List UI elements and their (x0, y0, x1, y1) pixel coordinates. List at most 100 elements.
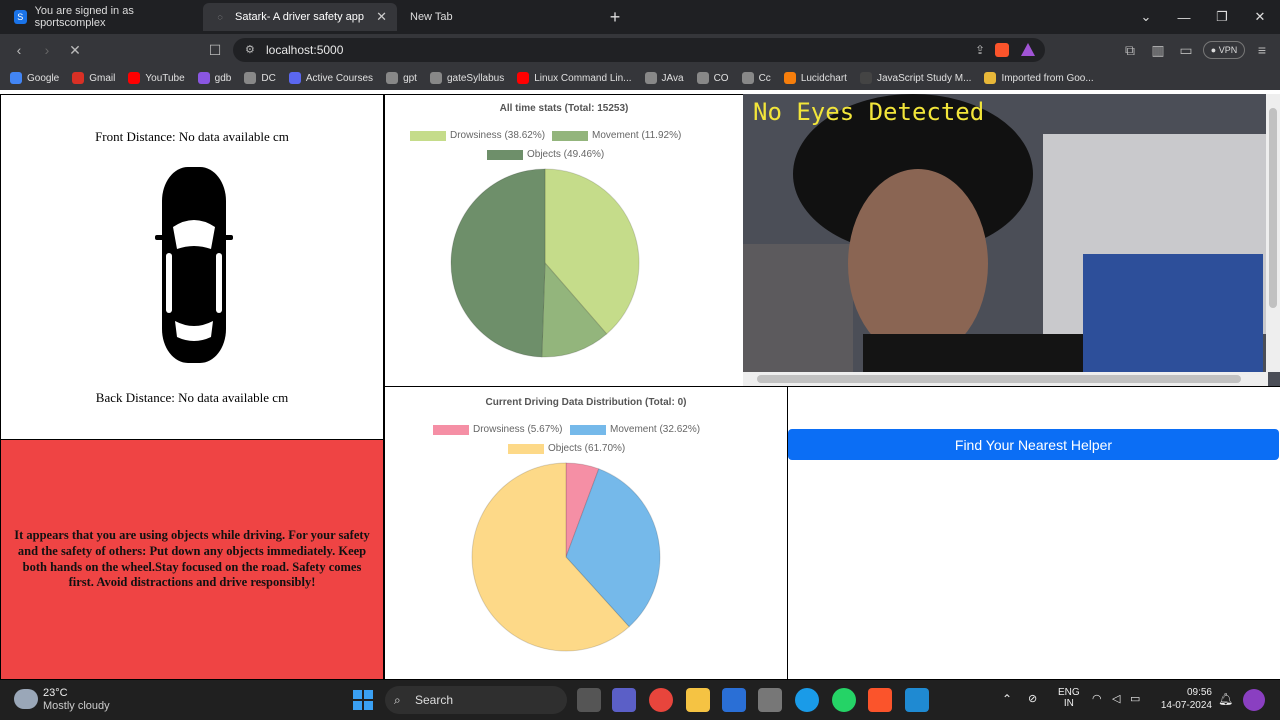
weather-icon[interactable] (14, 689, 38, 709)
new-tab-plus-icon[interactable]: + (596, 0, 634, 34)
tab-satark[interactable]: ◌ Satark- A driver safety app ✕ (203, 3, 397, 31)
bookmark-item[interactable]: Cc (741, 72, 771, 84)
wallet-icon[interactable]: ▭ (1178, 42, 1194, 58)
bookmark-favicon-icon (244, 72, 257, 84)
battery-icon[interactable]: ▭ (1130, 692, 1140, 705)
language-indicator[interactable]: ENG IN (1058, 687, 1080, 709)
chrome-icon[interactable] (649, 688, 673, 712)
teams-icon[interactable] (612, 688, 636, 712)
calculator-icon[interactable] (758, 688, 782, 712)
whatsapp-icon[interactable] (832, 688, 856, 712)
close-tab-icon[interactable]: ✕ (376, 9, 387, 25)
bookmark-label: gateSyllabus (446, 72, 505, 84)
maximize-icon[interactable]: ❐ (1203, 0, 1241, 34)
legend-swatch (508, 443, 544, 454)
clock-time[interactable]: 09:56 (1184, 687, 1212, 698)
minimize-icon[interactable]: — (1165, 0, 1203, 34)
brave-rewards-icon[interactable] (1021, 43, 1035, 56)
vpn-label: VPN (1218, 45, 1238, 55)
pie-slice[interactable] (450, 168, 546, 358)
bookmark-item[interactable]: Active Courses (288, 72, 374, 84)
legend-item[interactable]: Objects (49.46%) (487, 149, 604, 160)
vertical-scrollbar[interactable] (1266, 94, 1280, 372)
bookmark-item[interactable]: Imported from Goo... (984, 72, 1094, 84)
bookmark-item[interactable]: DC (244, 72, 276, 84)
bookmark-item[interactable]: Google (10, 72, 59, 84)
window-close-icon[interactable]: ✕ (1241, 0, 1279, 34)
bookmark-item[interactable]: Gmail (72, 72, 115, 84)
front-distance: Front Distance: No data available cm (95, 129, 289, 144)
windows-start-icon[interactable] (353, 690, 373, 710)
brave-icon[interactable] (868, 688, 892, 712)
bookmark-item[interactable]: CO (696, 72, 729, 84)
back-icon[interactable]: ‹ (11, 42, 27, 58)
bookmark-favicon-icon (741, 72, 754, 84)
stop-icon[interactable]: ✕ (67, 42, 83, 58)
bookmark-icon[interactable]: ☐ (207, 42, 223, 58)
extensions-icon[interactable]: ⧉ (1122, 42, 1138, 58)
vscode-icon[interactable] (905, 688, 929, 712)
bookmark-label: Active Courses (305, 72, 374, 84)
copilot-icon[interactable] (1243, 689, 1265, 711)
menu-icon[interactable]: ≡ (1254, 42, 1270, 58)
edge-icon[interactable] (795, 688, 819, 712)
legend-item[interactable]: Drowsiness (38.62%) (410, 130, 545, 141)
legend-item[interactable]: Objects (61.70%) (508, 443, 625, 454)
file-explorer-icon[interactable] (686, 688, 710, 712)
legend-item[interactable]: Movement (32.62%) (570, 424, 700, 435)
url-text: localhost:5000 (266, 43, 344, 57)
store-icon[interactable] (722, 688, 746, 712)
tab-label: Satark- A driver safety app (235, 11, 365, 23)
notification-bell-icon[interactable]: 🔔︎ (1218, 692, 1233, 706)
bookmark-favicon-icon (10, 72, 22, 84)
legend-item[interactable]: Drowsiness (5.67%) (433, 424, 562, 435)
scrollbar-thumb[interactable] (1269, 108, 1277, 308)
find-helper-button[interactable]: Find Your Nearest Helper (788, 429, 1279, 460)
legend-item[interactable]: Movement (11.92%) (552, 130, 681, 141)
bookmark-item[interactable]: gateSyllabus (429, 72, 505, 84)
share-icon[interactable]: ⇪ (975, 38, 985, 62)
task-view-icon[interactable] (577, 688, 601, 712)
brave-shields-icon[interactable] (995, 43, 1009, 57)
legend-swatch (410, 130, 446, 141)
legend-label: Movement (11.92%) (592, 130, 682, 141)
site-s-icon: S (14, 10, 27, 24)
bookmark-item[interactable]: gpt (386, 72, 417, 84)
forward-icon[interactable]: › (39, 42, 55, 58)
chart-title: Current Driving Data Distribution (Total… (485, 397, 687, 408)
bookmark-item[interactable]: YouTube (128, 72, 185, 84)
site-info-icon[interactable]: ⚙ (245, 38, 255, 62)
tab-new[interactable]: New Tab (400, 3, 596, 31)
url-bar[interactable]: ⚙ localhost:5000 ⇪ (233, 38, 1045, 62)
network-off-icon[interactable]: ⊘ (1028, 692, 1037, 705)
bookmark-item[interactable]: Lucidchart (783, 72, 847, 84)
bookmark-item[interactable]: Linux Command Lin... (517, 72, 632, 84)
language-top: ENG (1058, 687, 1080, 698)
tab-label: You are signed in as sportscomplex (34, 5, 134, 29)
legend-label: Drowsiness (5.67%) (473, 424, 563, 435)
weather-temp[interactable]: 23°C (43, 687, 68, 699)
wifi-icon[interactable]: ◠ (1092, 692, 1102, 705)
sidebar-icon[interactable]: ▥ (1150, 42, 1166, 58)
clock-date[interactable]: 14-07-2024 (1158, 700, 1212, 711)
chevron-up-icon[interactable]: ⌃ (1002, 692, 1012, 706)
legend-swatch (433, 424, 469, 435)
bookmark-label: Lucidchart (800, 72, 847, 84)
bookmark-label: Google (27, 72, 60, 84)
bookmark-item[interactable]: JAva (644, 72, 684, 84)
bookmark-favicon-icon (386, 72, 399, 84)
vpn-button[interactable]: ● VPN (1203, 41, 1245, 59)
search-icon: ⌕ (394, 693, 401, 707)
toolbar: ‹ › ✕ ☐ ⚙ localhost:5000 ⇪ ⧉ ▥ ▭ ● VPN ≡ (0, 34, 1280, 66)
scrollbar-thumb[interactable] (757, 375, 1241, 383)
bookmark-label: Linux Command Lin... (534, 72, 632, 84)
bookmark-item[interactable]: gdb (197, 72, 231, 84)
horizontal-scrollbar[interactable] (743, 372, 1268, 386)
taskbar-search[interactable]: ⌕ Search (385, 686, 567, 714)
bookmark-item[interactable]: JavaScript Study M... (859, 72, 971, 84)
weather-desc[interactable]: Mostly cloudy (43, 700, 110, 712)
tab-search-chevron-icon[interactable]: ⌄ (1127, 0, 1165, 34)
volume-icon[interactable]: ◁ (1112, 692, 1120, 705)
tab-sportscomplex[interactable]: S You are signed in as sportscomplex (4, 3, 200, 31)
bookmark-favicon-icon (517, 72, 530, 84)
